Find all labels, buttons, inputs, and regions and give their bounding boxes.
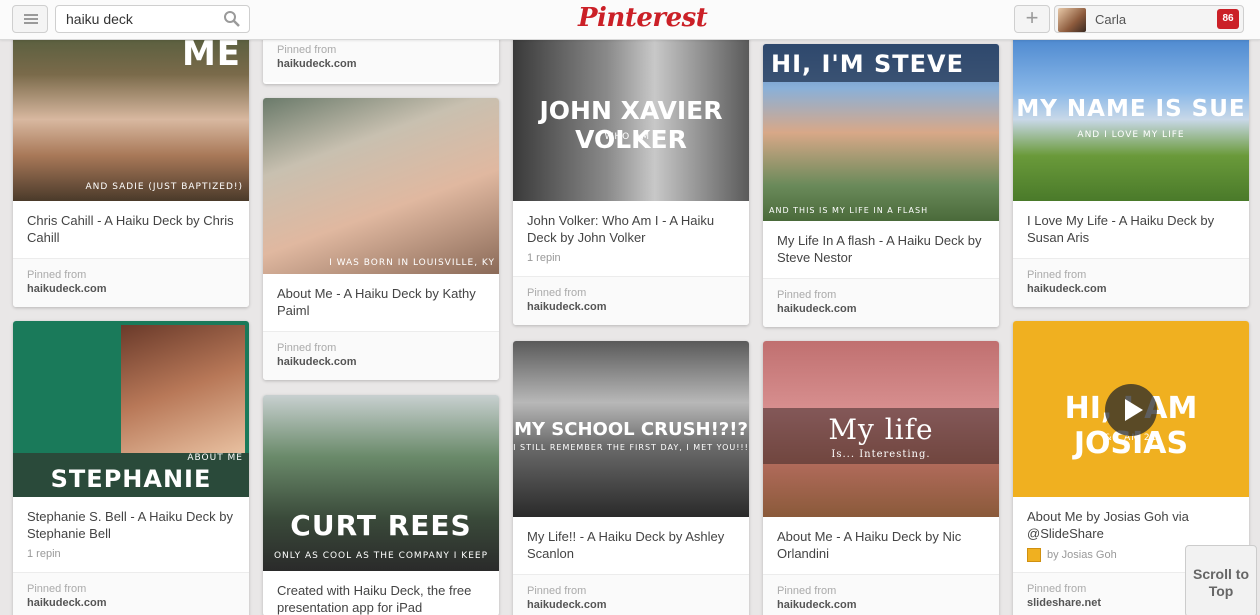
pinned-from-label: Pinned from [777,585,837,597]
pin-stephanie-bell[interactable]: ABOUT ME STEPHANIE BELL Stephanie S. Bel… [13,321,249,615]
pin-image-subcaption: AND THIS IS MY LIFE IN A FLASH [769,206,929,215]
pin-image[interactable]: HI, I AM JOSIAS & I AM 21 [1013,321,1249,497]
pin-source[interactable]: Pinned from haikudeck.com [513,276,749,325]
pin-image[interactable]: I WAS BORN IN LOUISVILLE, KY [263,98,499,274]
pin-image-subcaption: Is... Interesting. [831,449,931,460]
menu-icon [24,14,38,16]
pin-chris-cahill[interactable]: ME AND SADIE (JUST BAPTIZED!) Chris Cahi… [13,20,249,307]
pinned-from-label: Pinned from [277,44,337,56]
search-input[interactable] [55,5,250,33]
pinned-from-label: Pinned from [527,287,587,299]
pin-description[interactable]: John Volker: Who Am I - A Haiku Deck by … [513,201,749,246]
pin-image-subcaption: ONLY AS COOL AS THE COMPANY I KEEP [273,551,489,561]
pin-description[interactable]: About Me by Josias Goh via @SlideShare [1013,497,1249,542]
pin-kathy-paiml[interactable]: I WAS BORN IN LOUISVILLE, KY About Me - … [263,98,499,380]
pin-image-caption: MY NAME IS SUE [1016,96,1246,122]
pin-image[interactable]: MY NAME IS SUE AND I LOVE MY LIFE [1013,20,1249,201]
search-icon[interactable] [223,10,241,28]
pin-image[interactable]: CURT REES ONLY AS COOL AS THE COMPANY I … [263,395,499,571]
pinned-from-label: Pinned from [277,342,337,354]
pin-source[interactable]: Pinned from haikudeck.com [263,331,499,380]
repin-count: 1 repin [27,548,61,560]
pin-description[interactable]: About Me - A Haiku Deck by Nic Orlandini [763,517,999,562]
pin-description[interactable]: Stephanie S. Bell - A Haiku Deck by Step… [13,497,249,542]
pin-source-domain[interactable]: haikudeck.com [277,356,485,368]
menu-icon-line [24,18,38,20]
pin-image[interactable]: My life Is... Interesting. [763,341,999,517]
pin-description[interactable]: My Life!! - A Haiku Deck by Ashley Scanl… [513,517,749,562]
pin-source[interactable]: Pinned from haikudeck.com [13,572,249,615]
pin-image-caption: CURT REES [290,509,472,542]
pin-curt-rees[interactable]: CURT REES ONLY AS COOL AS THE COMPANY I … [263,395,499,615]
byline-text: by Josias Goh [1047,549,1117,561]
pin-image-caption: HI, I'M STEVE [771,50,965,78]
pin-john-volker[interactable]: JOHN XAVIER VOLKER WHO AM I John Volker:… [513,20,749,325]
pin-source-domain[interactable]: haikudeck.com [527,599,735,611]
scroll-to-top-button[interactable]: Scroll to Top [1185,545,1257,615]
pin-image-subcaption: AND SADIE (JUST BAPTIZED!) [85,182,243,192]
pin-nic-orlandini[interactable]: My life Is... Interesting. About Me - A … [763,341,999,615]
pinned-from-label: Pinned from [1027,269,1087,281]
pinterest-logo[interactable]: Pinterest [578,3,708,33]
repin-count: 1 repin [527,252,561,264]
pin-source[interactable]: Pinned from haikudeck.com [763,574,999,615]
pinned-from-label: Pinned from [27,269,87,281]
user-name: Carla [1095,12,1127,27]
pin-image[interactable]: ABOUT ME STEPHANIE BELL [13,321,249,497]
pin-source-domain[interactable]: haikudeck.com [527,301,735,313]
pin-source[interactable]: Pinned from haikudeck.com [513,574,749,615]
pin-susan-aris[interactable]: MY NAME IS SUE AND I LOVE MY LIFE I Love… [1013,20,1249,307]
pin-image[interactable]: HI, I'M STEVE AND THIS IS MY LIFE IN A F… [763,44,999,221]
pin-image-subcaption: I STILL REMEMBER THE FIRST DAY, I MET YO… [513,443,749,452]
pin-source-domain[interactable]: haikudeck.com [777,599,985,611]
pin-image-subcaption: I WAS BORN IN LOUISVILLE, KY [329,258,495,268]
add-pin-button[interactable]: + [1014,5,1050,33]
play-icon[interactable] [1104,383,1158,437]
slideshare-icon [1027,548,1041,562]
pin-source-domain[interactable]: haikudeck.com [277,58,485,70]
pin-source-domain[interactable]: haikudeck.com [27,597,235,609]
pin-image-caption: ME [181,34,241,74]
pin-description[interactable]: Created with Haiku Deck, the free presen… [263,571,499,615]
pin-source-domain[interactable]: haikudeck.com [27,283,235,295]
pin-source-domain[interactable]: haikudeck.com [777,303,985,315]
pin-description[interactable]: My Life In A flash - A Haiku Deck by Ste… [763,221,999,266]
pin-image-subcaption: WHO AM I [604,132,658,142]
pinned-from-label: Pinned from [27,583,87,595]
pin-description[interactable]: Chris Cahill - A Haiku Deck by Chris Cah… [13,201,249,246]
notification-badge[interactable]: 86 [1217,9,1239,29]
pin-image[interactable]: ME AND SADIE (JUST BAPTIZED!) [13,20,249,201]
pin-image-caption: STEPHANIE BELL [50,465,212,497]
pin-image-caption: My life [828,413,934,446]
pin-source[interactable]: Pinned from haikudeck.com [13,258,249,307]
pin-source-domain[interactable]: haikudeck.com [1027,283,1235,295]
pin-image[interactable]: MY SCHOOL CRUSH!?!? I STILL REMEMBER THE… [513,341,749,517]
pin-steve-nestor[interactable]: HI, I'M STEVE AND THIS IS MY LIFE IN A F… [763,44,999,327]
menu-button[interactable] [12,5,48,33]
avatar [1058,8,1086,32]
pin-source[interactable]: Pinned from haikudeck.com [1013,258,1249,307]
pin-image-caption: MY SCHOOL CRUSH!?!? [514,419,748,440]
pinned-from-label: Pinned from [777,289,837,301]
user-menu[interactable]: Carla 86 [1054,5,1244,33]
pin-image-caption: JOHN XAVIER VOLKER [539,96,723,154]
pin-image-subcaption: ABOUT ME [187,453,243,463]
top-bar: Pinterest + Carla 86 [0,0,1260,40]
pin-ashley-scanlon[interactable]: MY SCHOOL CRUSH!?!? I STILL REMEMBER THE… [513,341,749,615]
pin-image-subcaption: AND I LOVE MY LIFE [1077,130,1185,140]
menu-icon-line [24,22,38,24]
pin-image[interactable]: JOHN XAVIER VOLKER WHO AM I [513,20,749,201]
pin-source[interactable]: Pinned from haikudeck.com [763,278,999,327]
pinned-from-label: Pinned from [527,585,587,597]
pin-description[interactable]: About Me - A Haiku Deck by Kathy Paiml [263,274,499,319]
portrait-image [121,325,245,453]
pin-description[interactable]: I Love My Life - A Haiku Deck by Susan A… [1013,201,1249,246]
